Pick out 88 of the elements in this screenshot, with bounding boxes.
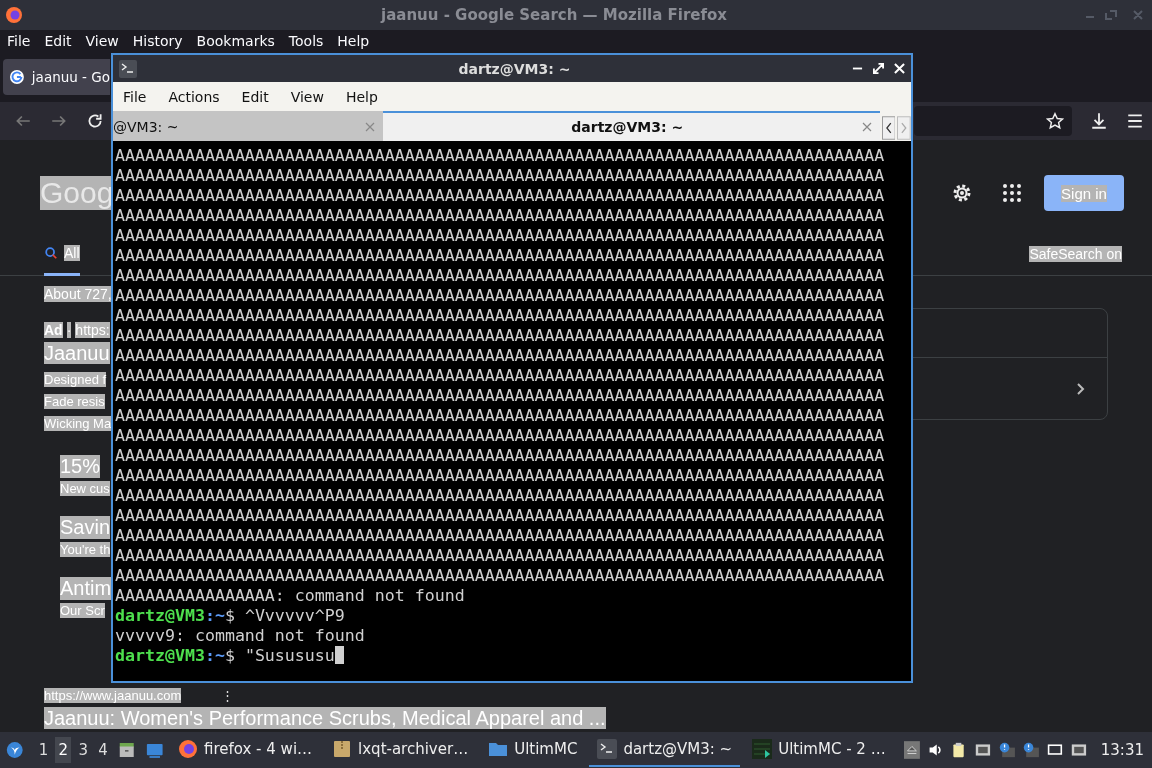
browser-tab[interactable]: jaanuu - Go	[3, 59, 110, 95]
menu-item[interactable]: File	[123, 88, 147, 105]
workspace-button[interactable]: 4	[95, 737, 112, 763]
apps-grid-icon[interactable]	[1000, 181, 1024, 205]
menu-item[interactable]: Edit	[241, 88, 269, 105]
terminal-output: AAAAAAAAAAAAAAAAAAAAAAAAAAAAAAAAAAAAAAAAAAAAAAAAAAAAAAAAAAAAAAAAAAAAAAAAAAAAA	[115, 566, 885, 585]
more-options-icon[interactable]: ⋮	[221, 688, 235, 703]
terminal-output: AAAAAAAAAAAAAAAAAAAAAAAAAAAAAAAAAAAAAAAAAAAAAAAAAAAAAAAAAAAAAAAAAAAAAAAAAAAAA	[115, 146, 885, 165]
result-stats: About 727,	[44, 286, 112, 302]
terminal-output: AAAAAAAAAAAAAAAAAAAAAAAAAAAAAAAAAAAAAAAAAAAAAAAAAAAAAAAAAAAAAAAAAAAAAAAAAAAAA	[115, 366, 885, 385]
terminal-output: AAAAAAAAAAAAAAAAAAAAAAAAAAAAAAAAAAAAAAAAAAAAAAAAAAAAAAAAAAAAAAAAAAAAAAAAAAAAA	[115, 526, 885, 545]
terminal-output: AAAAAAAAAAAAAAAAAAAAAAAAAAAAAAAAAAAAAAAAAAAAAAAAAAAAAAAAAAAAAAAAAAAAAAAAAAAAA	[115, 266, 885, 285]
archive-box-icon	[332, 739, 353, 759]
workspace-button[interactable]: 1	[35, 737, 52, 763]
terminal-tab[interactable]: @VM3: ~	[113, 111, 383, 141]
terminal-output: AAAAAAAAAAAAAAAAAAAAAAAAAAAAAAAAAAAAAAAAAAAAAAAAAAAAAAAAAAAAAAAAAAAAAAAAAAAAA	[115, 206, 885, 225]
clock[interactable]: 13:31	[1100, 741, 1144, 759]
taskbar-task[interactable]: UltimMC	[480, 733, 586, 767]
google-icon	[9, 69, 25, 85]
bookmark-star-icon[interactable]	[1046, 112, 1064, 130]
window-title: jaanuu - Google Search — Mozilla Firefox	[379, 6, 728, 24]
menu-item[interactable]: View	[290, 88, 324, 105]
prompt-path: :~	[204, 606, 225, 625]
result-snippet: Fade resis	[44, 394, 105, 409]
reload-icon[interactable]	[86, 112, 104, 130]
terminal-output: AAAAAAAAAAAAAAAAAAAAAAAAAAAAAAAAAAAAAAAAAAAAAAAAAAAAAAAAAAAAAAAAAAAAAAAAAAAAA	[115, 246, 885, 265]
chevron-right-icon[interactable]	[1075, 380, 1085, 397]
sitelink-snippet: Our Scr	[60, 603, 105, 618]
command-text: $ ^Vvvvvv^P9	[224, 606, 345, 625]
result-snippet: Wicking Ma	[44, 416, 112, 431]
download-icon[interactable]	[1090, 112, 1108, 130]
menu-item[interactable]: Edit	[44, 33, 72, 49]
terminal-icon	[119, 59, 137, 78]
workspace-button[interactable]: 2	[55, 737, 72, 763]
menu-item[interactable]: View	[85, 33, 119, 49]
terminal-output: AAAAAAAAAAAAAAAAAAAAAAAAAAAAAAAAAAAAAAAAAAAAAAAAAAAAAAAAAAAAAAAAAAAAAAAAAAAAA	[115, 386, 885, 405]
workspace-button[interactable]: 3	[75, 737, 92, 763]
terminal-output: AAAAAAAAAAAAAAAAAAAAAAAAAAAAAAAAAAAAAAAAAAAAAAAAAAAAAAAAAAAAAAAAAAAAAAAAAAAAA	[115, 506, 885, 525]
menu-item[interactable]: Help	[345, 88, 378, 105]
menu-item[interactable]: Help	[337, 33, 370, 49]
terminal-output: AAAAAAAAAAAAAAAAAAAAAAAAAAAAAAAAAAAAAAAAAAAAAAAAAAAAAAAAAAAAAAAAAAAAAAAAAAAAA	[115, 346, 885, 365]
terminal-output: AAAAAAAAAAAAAAAAAAAAAAAAAAAAAAAAAAAAAAAAAAAAAAAAAAAAAAAAAAAAAAAAAAAAAAAAAAAAA	[115, 486, 885, 505]
search-icon	[44, 245, 58, 260]
terminal-output: AAAAAAAAAAAAAAAAAAAAAAAAAAAAAAAAAAAAAAAAAAAAAAAAAAAAAAAAAAAAAAAAAAAAAAAAAAAAA	[115, 546, 885, 565]
terminal-output: AAAAAAAAAAAAAAAAAAAAAAAAAAAAAAAAAAAAAAAAAAAAAAAAAAAAAAAAAAAAAAAAAAAAAAAAAAAAA	[115, 306, 885, 325]
close-icon[interactable]	[894, 63, 905, 74]
sitelink-snippet: New cus	[60, 481, 110, 496]
scroll-left-icon[interactable]	[881, 115, 896, 141]
taskbar-task[interactable]: lxqt-archiver…	[324, 733, 477, 767]
terminal-output: AAAAAAAAAAAAAAAAAAAAAAAAAAAAAAAAAAAAAAAAAAAAAAAAAAAAAAAAAAAAAAAAAAAAAAAAAAAAA	[115, 326, 885, 345]
terminal-icon	[597, 739, 618, 759]
window-title: dartz@VM3: ~	[457, 60, 572, 77]
menu-item[interactable]: Tools	[288, 33, 324, 49]
terminal-output: AAAAAAAAAAAAAAAAAAAAAAAAAAAAAAAAAAAAAAAAAAAAAAAAAAAAAAAAAAAAAAAAAAAAAAAAAAAAA	[115, 166, 885, 185]
terminal-output: AAAAAAAAAAAAAAAAAAAAAAAAAAAAAAAAAAAAAAAAAAAAAAAAAAAAAAAAAAAAAAAAAAAAAAAAAAAAA	[115, 466, 885, 485]
taskbar-task[interactable]: firefox - 4 wi…	[169, 733, 321, 767]
maximize-icon[interactable]	[873, 63, 884, 74]
prompt-user: dartz@VM3	[115, 606, 205, 625]
eject-icon[interactable]	[903, 740, 920, 760]
terminal-output: AAAAAAAAAAAAAAAAAAAAAAAAAAAAAAAAAAAAAAAAAAAAAAAAAAAAAAAAAAAAAAAAAAAAAAAAAAAAA	[115, 226, 885, 245]
close-tab-icon[interactable]	[861, 122, 872, 132]
result-snippet: Designed f	[44, 372, 107, 387]
terminal-output: AAAAAAAAAAAAAAAAAAAAAAAAAAAAAAAAAAAAAAAAAAAAAAAAAAAAAAAAAAAAAAAAAAAAAAAAAAAAA	[115, 186, 885, 205]
ad-label: Ad	[44, 322, 63, 338]
firefox-icon	[4, 5, 24, 25]
text-cursor	[334, 646, 344, 664]
terminal-output: AAAAAAAAAAAAAAAAAAAAAAAAAAAAAAAAAAAAAAAAAAAAAAAAAAAAAAAAAAAAAAAAAAAAAAAAAAAAA	[115, 426, 885, 445]
terminal-tab[interactable]: dartz@VM3: ~	[382, 111, 880, 141]
menu-item[interactable]: Actions	[168, 88, 220, 105]
terminal-output: AAAAAAAAAAAAAAAAAAAAAAAAAAAAAAAAAAAAAAAAAAAAAAAAAAAAAAAAAAAAAAAAAAAAAAAAAAAAA	[115, 286, 885, 305]
sitelink-snippet: You're th	[60, 542, 111, 557]
prompt-path: :~	[204, 646, 225, 665]
command-text: $ "Susususu	[224, 646, 335, 665]
taskbar-task[interactable]: UltimMC - 2 …	[744, 733, 894, 767]
menu-item[interactable]: File	[7, 33, 31, 49]
terminal-output: vvvvv9: command not found	[115, 626, 365, 645]
menu-icon[interactable]	[1126, 112, 1144, 130]
firefox-icon	[177, 739, 198, 759]
menu-item[interactable]: History	[132, 33, 183, 49]
terminal-output: AAAAAAAAAAAAAAAA: command not found	[115, 586, 465, 605]
url-field[interactable]	[914, 106, 1072, 136]
launcher-icon	[752, 739, 773, 759]
terminal-output: AAAAAAAAAAAAAAAAAAAAAAAAAAAAAAAAAAAAAAAAAAAAAAAAAAAAAAAAAAAAAAAAAAAAAAAAAAAAA	[115, 406, 885, 425]
menu-item[interactable]: Bookmarks	[196, 33, 275, 49]
prompt-user: dartz@VM3	[115, 646, 205, 665]
start-menu-icon[interactable]	[6, 739, 24, 761]
taskbar-task[interactable]: dartz@VM3: ~	[589, 733, 741, 767]
terminal-output: AAAAAAAAAAAAAAAAAAAAAAAAAAAAAAAAAAAAAAAAAAAAAAAAAAAAAAAAAAAAAAAAAAAAAAAAAAAAA	[115, 446, 885, 465]
